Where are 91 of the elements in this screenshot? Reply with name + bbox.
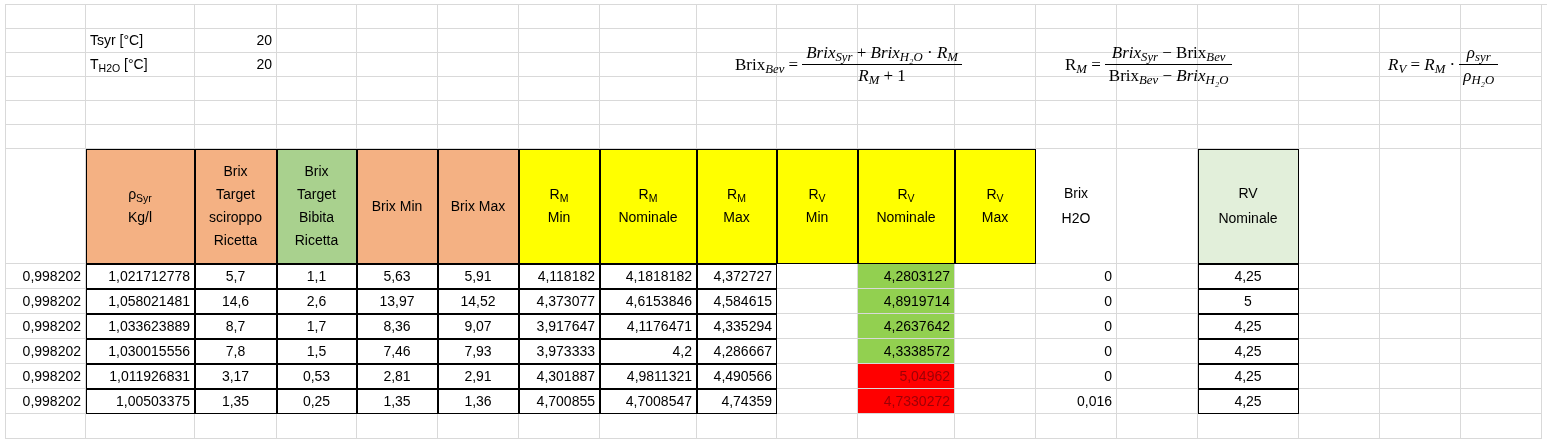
- table-cell: 7,8: [195, 339, 277, 364]
- column-header: R$_{V}$ Nominale: [858, 149, 955, 264]
- column-header: Brix Min: [357, 149, 438, 264]
- table-cell: 4,7008547: [600, 389, 697, 414]
- column-header: R$_{V}$ Max: [955, 149, 1036, 264]
- table-cell: 1,030015556: [86, 339, 195, 364]
- column-header: Brix Target Bibita Ricetta: [277, 149, 357, 264]
- column-header: R$_{M}$ Max: [697, 149, 777, 264]
- table-cell: 1,00503375: [86, 389, 195, 414]
- table-cell: 0: [1036, 339, 1117, 364]
- table-cell: 5,63: [357, 264, 438, 289]
- table-cell: 5: [1198, 289, 1299, 314]
- table-cell: 4,3338572: [858, 339, 955, 364]
- table-cell: 4,25: [1198, 314, 1299, 339]
- table-cell: 3,17: [195, 364, 277, 389]
- table-cell: 1,5: [277, 339, 357, 364]
- table-cell: 4,74359: [697, 389, 777, 414]
- table-cell: 5,04962: [858, 364, 955, 389]
- table-cell: 0,998202: [6, 339, 86, 364]
- column-header: R$_{M}$ Min: [519, 149, 600, 264]
- table-cell: 4,25: [1198, 364, 1299, 389]
- table-cell: 1,35: [357, 389, 438, 414]
- table-cell: 0,998202: [6, 289, 86, 314]
- table-cell: 8,36: [357, 314, 438, 339]
- table-cell: 5,91: [438, 264, 519, 289]
- table-cell: 1,033623889: [86, 314, 195, 339]
- table-cell: 0,998202: [6, 314, 86, 339]
- table-cell: 4,584615: [697, 289, 777, 314]
- table-cell: 0,998202: [6, 389, 86, 414]
- column-header: ρ$_{Syr}$ Kg/l: [86, 149, 195, 264]
- table-cell: 5,7: [195, 264, 277, 289]
- parameter-label: Tsyr [°C]: [86, 29, 195, 53]
- table-cell: 4,372727: [697, 264, 777, 289]
- table-cell: 0,016: [1036, 389, 1117, 414]
- table-cell: 4,1176471: [600, 314, 697, 339]
- table-cell: 2,81: [357, 364, 438, 389]
- table-cell: 4,25: [1198, 389, 1299, 414]
- table-cell: 4,6153846: [600, 289, 697, 314]
- table-cell: 14,52: [438, 289, 519, 314]
- column-header: R$_{M}$ Nominale: [600, 149, 697, 264]
- table-cell: 4,1818182: [600, 264, 697, 289]
- table-cell: 4,301887: [519, 364, 600, 389]
- table-cell: 4,2: [600, 339, 697, 364]
- table-cell: 1,058021481: [86, 289, 195, 314]
- table-cell: 1,35: [195, 389, 277, 414]
- table-cell: 4,2637642: [858, 314, 955, 339]
- table-cell: 13,97: [357, 289, 438, 314]
- table-cell: 1,36: [438, 389, 519, 414]
- table-cell: 8,7: [195, 314, 277, 339]
- column-header: Brix H2O: [1036, 149, 1117, 264]
- table-cell: 4,490566: [697, 364, 777, 389]
- column-header: R$_{V}$ Min: [777, 149, 858, 264]
- formula: R$_{M}$ = Brix$_{Syr}$ − Brix$_{Bev}$ Brix$_{Bev}$ − Brix$_{H₂O}$: [1065, 42, 1233, 87]
- table-cell: 4,335294: [697, 314, 777, 339]
- parameter-value: 20: [195, 29, 277, 53]
- column-header: Brix Target sciroppo Ricetta: [195, 149, 277, 264]
- table-cell: 4,25: [1198, 339, 1299, 364]
- table-cell: 2,91: [438, 364, 519, 389]
- table-cell: 4,25: [1198, 264, 1299, 289]
- table-cell: 4,373077: [519, 289, 600, 314]
- table-cell: 14,6: [195, 289, 277, 314]
- table-cell: 4,9811321: [600, 364, 697, 389]
- table-cell: 1,021712778: [86, 264, 195, 289]
- table-cell: 1,011926831: [86, 364, 195, 389]
- table-cell: 0: [1036, 289, 1117, 314]
- table-cell: 4,8919714: [858, 289, 955, 314]
- table-cell: 7,93: [438, 339, 519, 364]
- table-cell: 1,1: [277, 264, 357, 289]
- table-cell: 4,700855: [519, 389, 600, 414]
- table-cell: 0,53: [277, 364, 357, 389]
- table-cell: 7,46: [357, 339, 438, 364]
- column-header: Brix Max: [438, 149, 519, 264]
- table-cell: 4,118182: [519, 264, 600, 289]
- table-cell: 0: [1036, 264, 1117, 289]
- column-header: RV Nominale: [1198, 149, 1299, 264]
- table-cell: 0: [1036, 314, 1117, 339]
- table-cell: 0,25: [277, 389, 357, 414]
- table-cell: 1,7: [277, 314, 357, 339]
- table-cell: 2,6: [277, 289, 357, 314]
- table-cell: 0: [1036, 364, 1117, 389]
- table-cell: 4,286667: [697, 339, 777, 364]
- table-cell: 3,973333: [519, 339, 600, 364]
- table-cell: 0,998202: [6, 264, 86, 289]
- parameter-label: T$_{H2O}$ [°C]: [86, 53, 195, 77]
- table-cell: 4,7330272: [858, 389, 955, 414]
- table-cell: 9,07: [438, 314, 519, 339]
- parameter-value: 20: [195, 53, 277, 77]
- formula: Brix$_{Bev}$ = Brix$_{Syr}$ + Brix$_{H₂O}$ · R$_{M}$ R$_{M}$ + 1: [735, 42, 962, 87]
- table-cell: 4,2803127: [858, 264, 955, 289]
- table-cell: 0,998202: [6, 364, 86, 389]
- table-cell: 3,917647: [519, 314, 600, 339]
